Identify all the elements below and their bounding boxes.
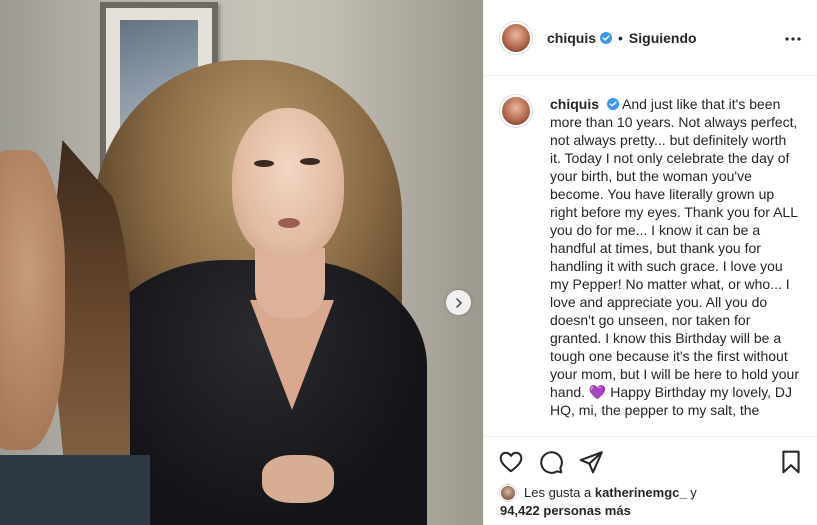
following-button[interactable]: Siguiendo [629,30,697,46]
instagram-post-modal: chiquis • Siguiendo chiquis And just lik… [0,0,817,525]
verified-badge-icon [606,98,619,110]
post-side-panel: chiquis • Siguiendo chiquis And just lik… [483,0,817,525]
caption-author-avatar[interactable] [500,95,532,127]
likes-count[interactable]: 94,422 personas más [500,502,631,520]
woman-eye-right [300,158,320,165]
likes-conjunction: y [690,485,697,500]
caption-username[interactable]: chiquis [550,96,599,112]
woman-hand [262,455,334,503]
next-media-button[interactable] [446,290,471,315]
liker-username[interactable]: katherinemgc_ [595,484,687,502]
caption: chiquis And just like that it's been mor… [500,95,802,419]
paper-plane-icon[interactable] [578,449,604,475]
chevron-right-icon [455,297,462,308]
bookmark-icon[interactable] [778,449,804,475]
comment-bubble-icon[interactable] [538,449,564,475]
more-options-icon [785,37,801,41]
foreground-person-clothes [0,455,150,525]
post-header: chiquis • Siguiendo [484,0,817,76]
heart-icon[interactable] [498,449,524,475]
separator-dot: • [618,29,623,46]
author-username[interactable]: chiquis [547,30,596,46]
likes-summary: Les gusta a katherinemgc_ y 94,422 perso… [500,484,800,520]
woman-mouth [278,218,300,228]
caption-body: chiquis And just like that it's been mor… [550,95,800,419]
liker-avatar[interactable] [500,485,516,501]
woman-face [232,108,344,260]
woman-eye-left [254,160,274,167]
more-options-button[interactable] [784,30,802,48]
likes-prefix: Les gusta a [524,485,592,500]
verified-badge-icon [600,31,613,44]
caption-text: And just like that it's been more than 1… [550,96,800,418]
author-avatar[interactable] [500,21,532,54]
foreground-person-face [0,150,65,450]
action-bar [484,436,817,482]
comments-area[interactable]: chiquis And just like that it's been mor… [484,77,817,435]
post-video[interactable] [0,0,483,525]
